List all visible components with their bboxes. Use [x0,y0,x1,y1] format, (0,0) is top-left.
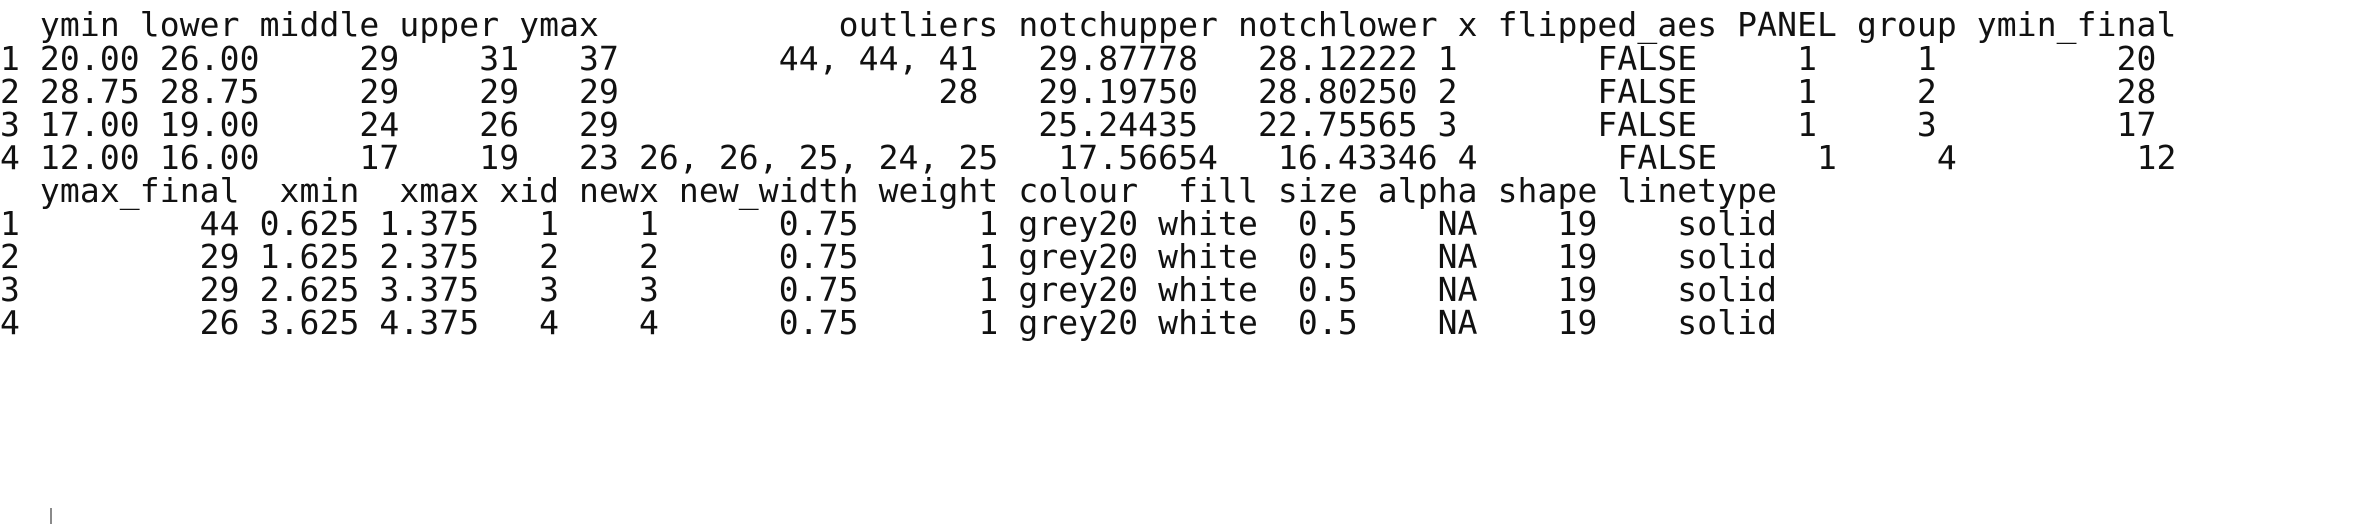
table-row: 4 26 3.625 4.375 4 4 0.75 1 grey20 white… [0,303,1778,342]
r-console-output: ─ ─ ─ ─ ─ ─ ─ ─ ─ ─ ─ ─ ─ ─ ymin lower m… [0,0,2356,524]
text-cursor[interactable] [50,508,52,524]
